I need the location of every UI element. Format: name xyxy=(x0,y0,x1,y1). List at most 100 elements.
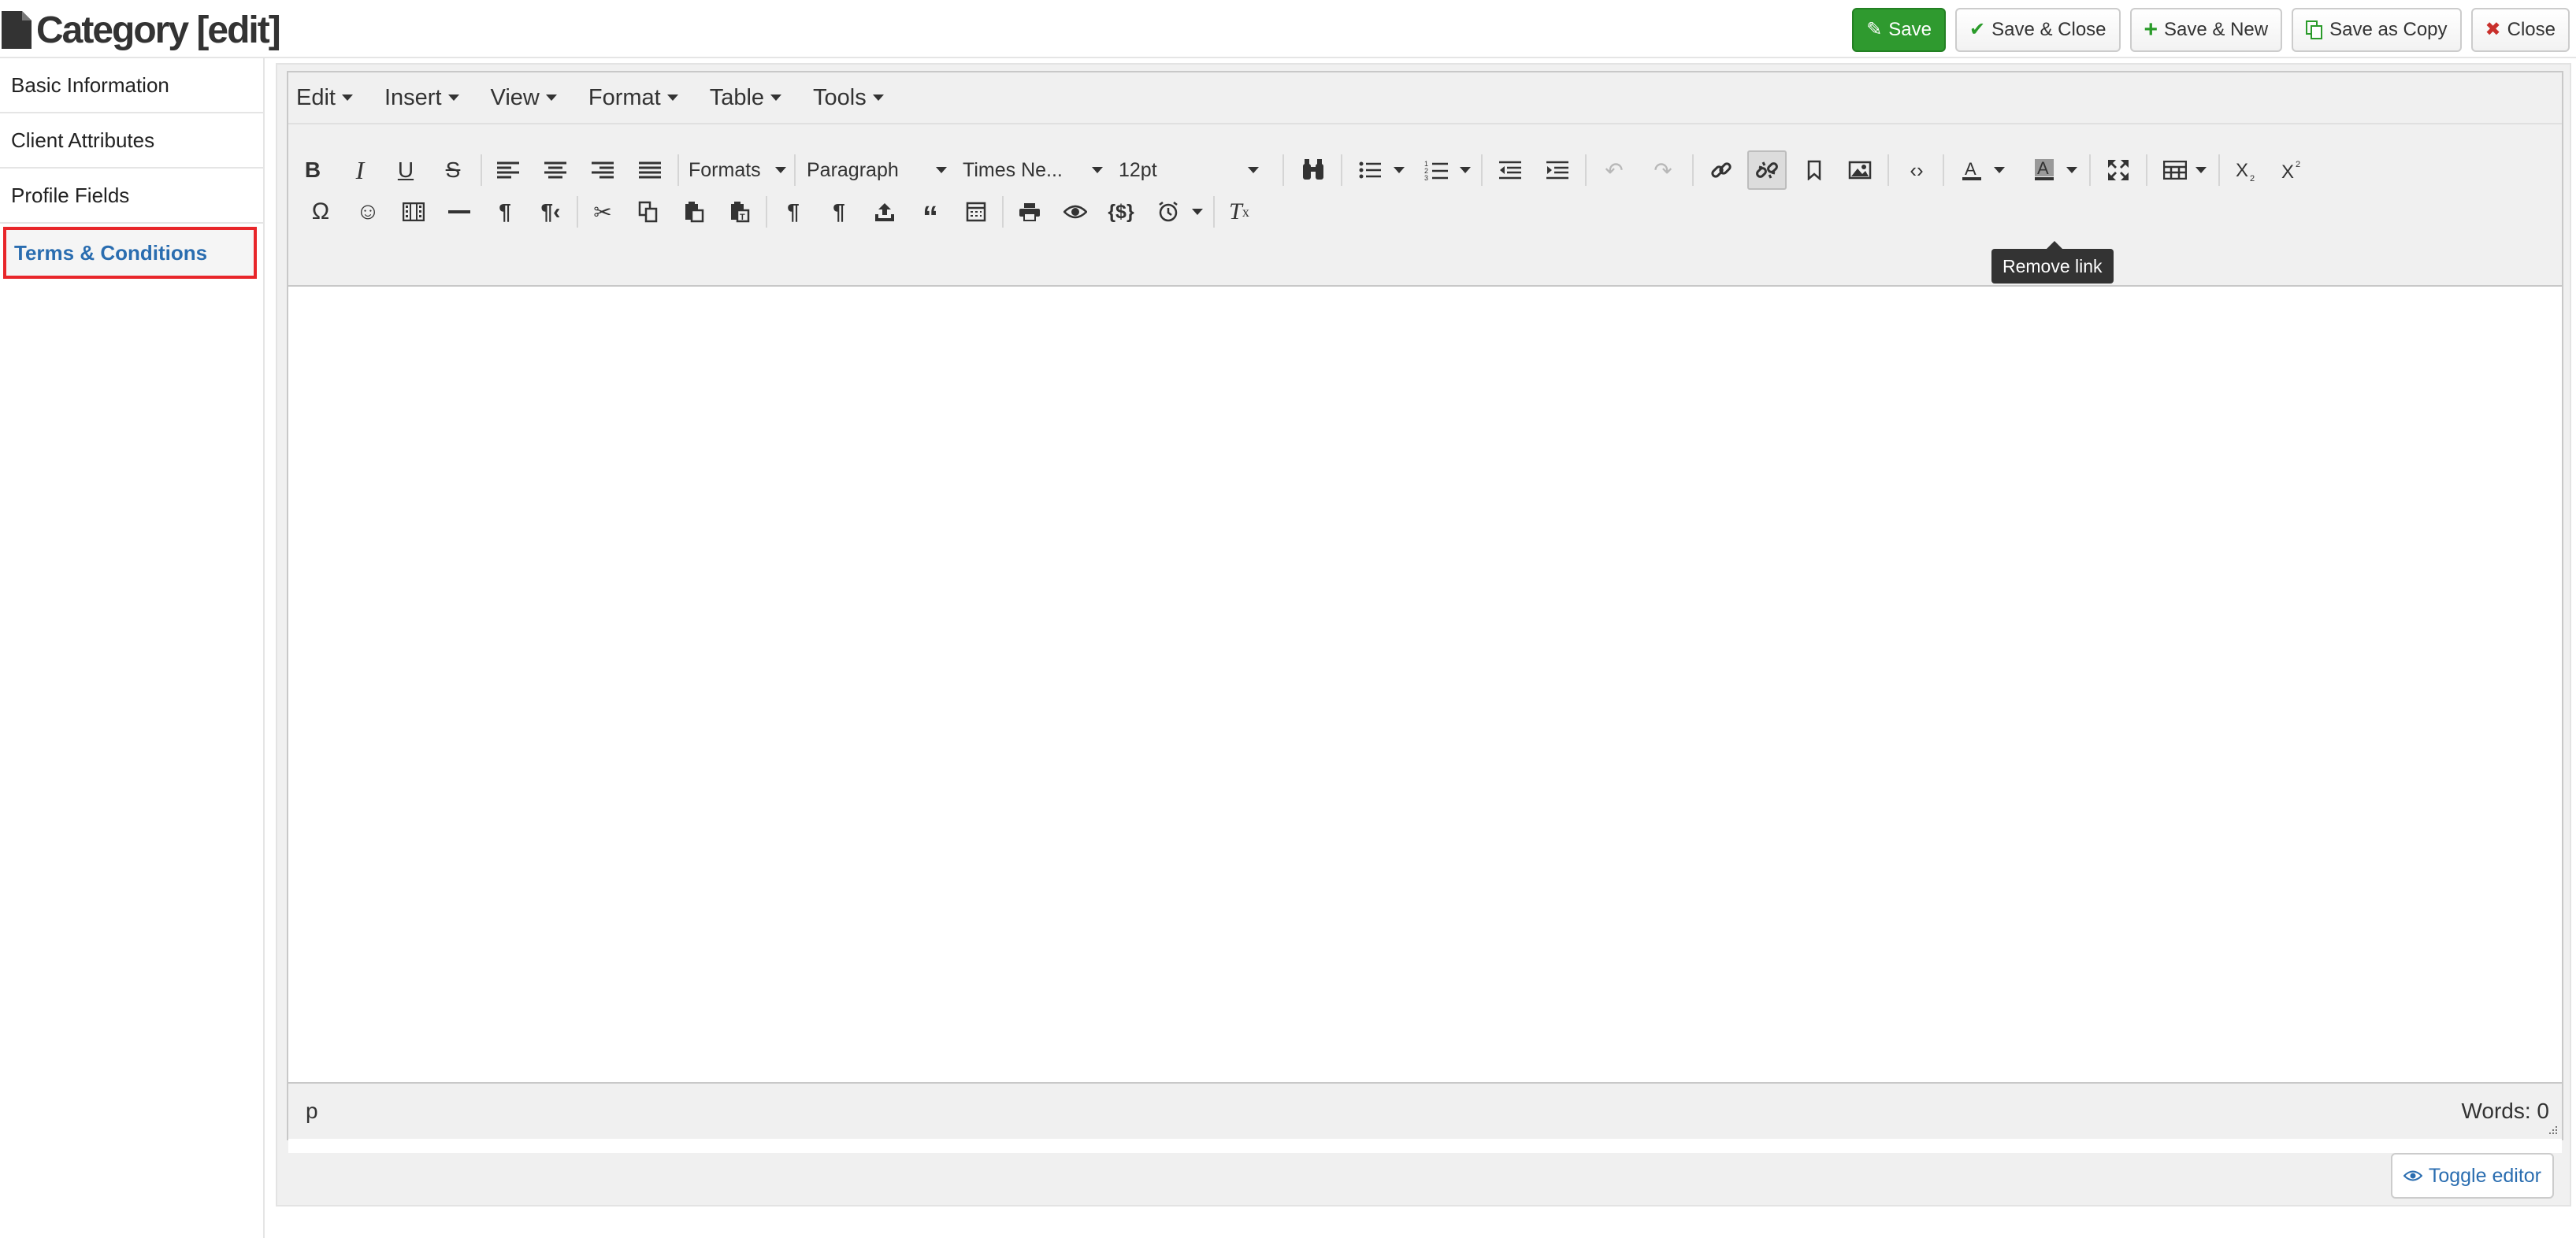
insert-link-icon[interactable] xyxy=(1702,150,1741,190)
source-code-icon[interactable]: ‹› xyxy=(1897,150,1936,190)
italic-icon[interactable]: I xyxy=(340,150,380,190)
visual-chars-icon[interactable]: ¶ xyxy=(819,192,859,232)
table-icon[interactable] xyxy=(2155,150,2195,190)
numbered-list-icon[interactable]: 123 xyxy=(1416,150,1456,190)
indent-icon[interactable] xyxy=(1538,150,1577,190)
paste-icon[interactable] xyxy=(674,192,714,232)
template-icon[interactable] xyxy=(956,192,996,232)
print-icon[interactable] xyxy=(1010,192,1049,232)
menu-view[interactable]: View xyxy=(491,85,557,111)
background-color-icon[interactable]: A xyxy=(2025,150,2064,190)
page-title: Category [edit] xyxy=(0,5,281,55)
paste-text-icon[interactable]: T xyxy=(720,192,759,232)
show-blocks-icon[interactable]: ¶ xyxy=(774,192,813,232)
horizontal-rule-icon[interactable] xyxy=(440,192,479,232)
subscript-icon[interactable]: X2 xyxy=(2228,150,2267,190)
fullscreen-icon[interactable] xyxy=(2099,150,2138,190)
superscript-icon[interactable]: X2 xyxy=(2273,150,2313,190)
media-icon[interactable] xyxy=(394,192,433,232)
eye-icon xyxy=(2403,1170,2422,1181)
undo-icon[interactable]: ↶ xyxy=(1594,150,1634,190)
sidebar-item-client-attributes[interactable]: Client Attributes xyxy=(0,113,265,169)
toggle-editor-button[interactable]: Toggle editor xyxy=(2390,1153,2554,1199)
preview-icon[interactable] xyxy=(1056,192,1095,232)
save-close-label: Save & Close xyxy=(1991,19,2106,40)
menu-table-label: Table xyxy=(709,84,765,110)
toolbar-row-1: B I U S Formats Paragraph Times Ne... 12… xyxy=(288,150,2562,190)
caret-icon xyxy=(2066,167,2077,173)
menu-tools[interactable]: Tools xyxy=(813,85,884,111)
toolbar-separator xyxy=(1585,154,1587,186)
page-header: Category [edit] ✎ Save ✔ Save & Close + … xyxy=(0,0,2576,58)
save-button[interactable]: ✎ Save xyxy=(1852,8,1946,52)
close-button[interactable]: ✖ Close xyxy=(2470,8,2570,52)
toolbar-separator xyxy=(1887,154,1889,186)
save-new-label: Save & New xyxy=(2164,19,2269,40)
sidebar: Basic Information Client Attributes Prof… xyxy=(0,58,265,1238)
rich-text-editor: Edit Insert View Format Table Tools B I … xyxy=(287,71,2563,1153)
cut-icon[interactable]: ✂ xyxy=(583,192,622,232)
toolbar-separator xyxy=(766,196,767,228)
save-copy-label: Save as Copy xyxy=(2329,19,2448,40)
copy-icon[interactable] xyxy=(629,192,668,232)
align-center-icon[interactable] xyxy=(536,150,575,190)
block-format-dropdown[interactable]: Paragraph xyxy=(807,150,947,190)
toolbar-separator xyxy=(677,154,679,186)
emoticon-icon[interactable]: ☺ xyxy=(348,192,388,232)
save-copy-button[interactable]: Save as Copy xyxy=(2292,8,2462,52)
font-size-dropdown[interactable]: 12pt xyxy=(1119,150,1259,190)
menu-tools-label: Tools xyxy=(813,84,867,110)
menu-edit[interactable]: Edit xyxy=(296,85,353,111)
insert-datetime-menu[interactable] xyxy=(1190,192,1205,232)
background-color-menu[interactable] xyxy=(2064,150,2080,190)
caret-icon xyxy=(1994,167,2005,173)
variable-icon[interactable]: {$} xyxy=(1101,192,1141,232)
text-color-icon[interactable]: A xyxy=(1952,150,1991,190)
save-close-button[interactable]: ✔ Save & Close xyxy=(1955,8,2121,52)
resize-handle-icon[interactable] xyxy=(2546,1123,2559,1136)
outdent-icon[interactable] xyxy=(1490,150,1530,190)
insert-datetime-icon[interactable] xyxy=(1149,192,1188,232)
sidebar-item-terms-conditions[interactable]: Terms & Conditions xyxy=(3,227,257,279)
editor-content-area[interactable] xyxy=(288,287,2562,1153)
special-character-icon[interactable]: Ω xyxy=(301,192,340,232)
strikethrough-icon[interactable]: S xyxy=(433,150,473,190)
table-menu[interactable] xyxy=(2193,150,2209,190)
bullet-list-menu[interactable] xyxy=(1391,150,1407,190)
bookmark-icon[interactable] xyxy=(1795,150,1834,190)
word-count: Words: 0 xyxy=(2461,1099,2549,1123)
sidebar-item-profile-fields[interactable]: Profile Fields xyxy=(0,169,265,224)
document-icon xyxy=(2,11,32,49)
redo-icon[interactable]: ↷ xyxy=(1643,150,1683,190)
svg-text:3: 3 xyxy=(1424,174,1428,180)
underline-icon[interactable]: U xyxy=(386,150,425,190)
clear-formatting-icon[interactable]: Tx xyxy=(1219,192,1259,232)
find-replace-icon[interactable] xyxy=(1294,150,1333,190)
align-justify-icon[interactable] xyxy=(630,150,670,190)
sidebar-item-basic-information[interactable]: Basic Information xyxy=(0,58,265,113)
menu-table[interactable]: Table xyxy=(709,84,782,111)
bold-icon[interactable]: B xyxy=(293,150,332,190)
font-family-dropdown[interactable]: Times Ne... xyxy=(963,150,1103,190)
rtl-icon[interactable]: ¶‹ xyxy=(531,192,570,232)
editor-panel: Edit Insert View Format Table Tools B I … xyxy=(276,63,2571,1206)
upload-icon[interactable] xyxy=(865,192,904,232)
editor-statusbar: p Words: 0 xyxy=(288,1082,2562,1139)
page-title-text: Category [edit] xyxy=(36,9,281,51)
align-left-icon[interactable] xyxy=(488,150,528,190)
menu-format[interactable]: Format xyxy=(588,85,678,111)
text-color-menu[interactable] xyxy=(1991,150,2007,190)
numbered-list-menu[interactable] xyxy=(1457,150,1473,190)
toolbar-separator xyxy=(1692,154,1694,186)
bullet-list-icon[interactable] xyxy=(1350,150,1390,190)
ltr-icon[interactable]: ¶ xyxy=(485,192,525,232)
toolbar-separator xyxy=(481,154,482,186)
blockquote-icon[interactable]: “ xyxy=(911,192,950,235)
formats-dropdown[interactable]: Formats xyxy=(689,150,786,190)
menu-insert[interactable]: Insert xyxy=(384,85,459,111)
image-icon[interactable] xyxy=(1840,150,1880,190)
save-new-button[interactable]: + Save & New xyxy=(2129,8,2283,52)
remove-link-icon[interactable] xyxy=(1747,150,1787,190)
element-path[interactable]: p xyxy=(306,1099,318,1124)
align-right-icon[interactable] xyxy=(583,150,622,190)
